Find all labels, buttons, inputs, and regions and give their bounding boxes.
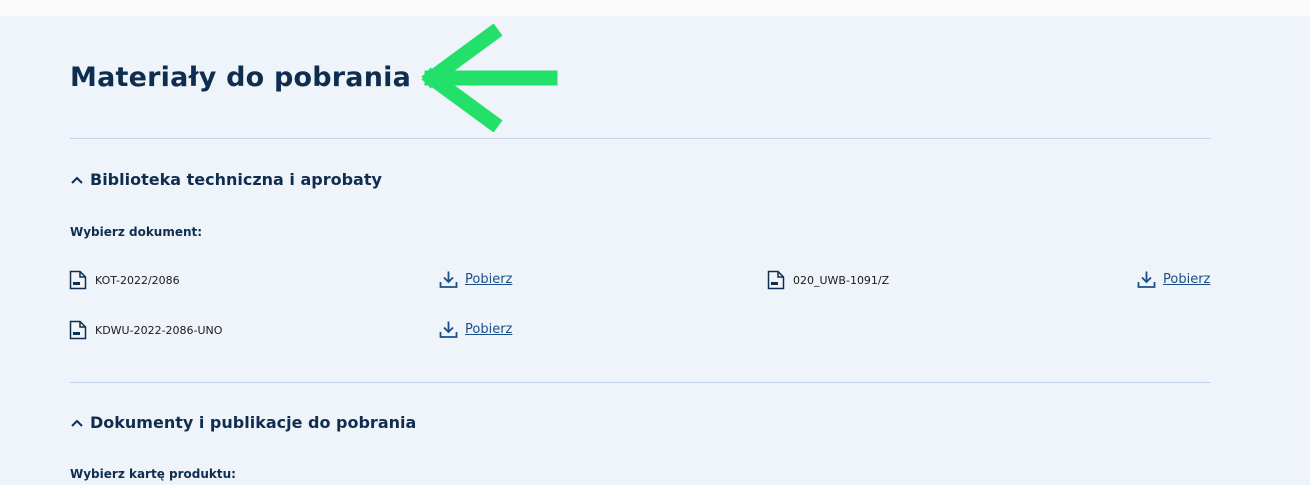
section-divider <box>70 382 1211 383</box>
download-label[interactable]: Pobierz <box>1163 272 1210 287</box>
download-label[interactable]: Pobierz <box>465 272 512 287</box>
document-item: 020_UWB-1091/Z <box>767 270 889 290</box>
document-name: 020_UWB-1091/Z <box>793 273 890 287</box>
document-item: KDWU-2022-2086-UNO <box>69 320 222 340</box>
download-link[interactable]: Pobierz <box>439 320 512 339</box>
section-toggle-biblioteka[interactable]: Biblioteka techniczna i aprobaty <box>70 170 382 189</box>
page-title: Materiały do pobrania <box>70 62 412 93</box>
download-link[interactable]: Pobierz <box>439 270 512 289</box>
section-divider <box>70 138 1211 139</box>
pdf-file-icon <box>69 270 87 290</box>
pdf-file-icon <box>69 320 87 340</box>
download-icon <box>439 271 458 288</box>
chevron-up-icon <box>71 176 83 184</box>
download-icon <box>439 321 458 338</box>
download-icon <box>1137 271 1156 288</box>
document-name: KOT-2022/2086 <box>95 273 180 287</box>
download-link[interactable]: Pobierz <box>1137 270 1210 289</box>
green-arrow-annotation-icon <box>421 24 558 132</box>
document-name: KDWU-2022-2086-UNO <box>95 323 223 337</box>
download-label[interactable]: Pobierz <box>465 322 512 337</box>
document-select-label: Wybierz dokument: <box>70 225 203 239</box>
pdf-file-icon <box>767 270 785 290</box>
product-card-select-label: Wybierz kartę produktu: <box>70 467 236 481</box>
document-item: KOT-2022/2086 <box>69 270 180 290</box>
section-heading: Dokumenty i publikacje do pobrania <box>90 413 417 432</box>
section-toggle-dokumenty[interactable]: Dokumenty i publikacje do pobrania <box>70 413 416 432</box>
chevron-up-icon <box>71 419 83 427</box>
section-heading: Biblioteka techniczna i aprobaty <box>90 170 382 189</box>
